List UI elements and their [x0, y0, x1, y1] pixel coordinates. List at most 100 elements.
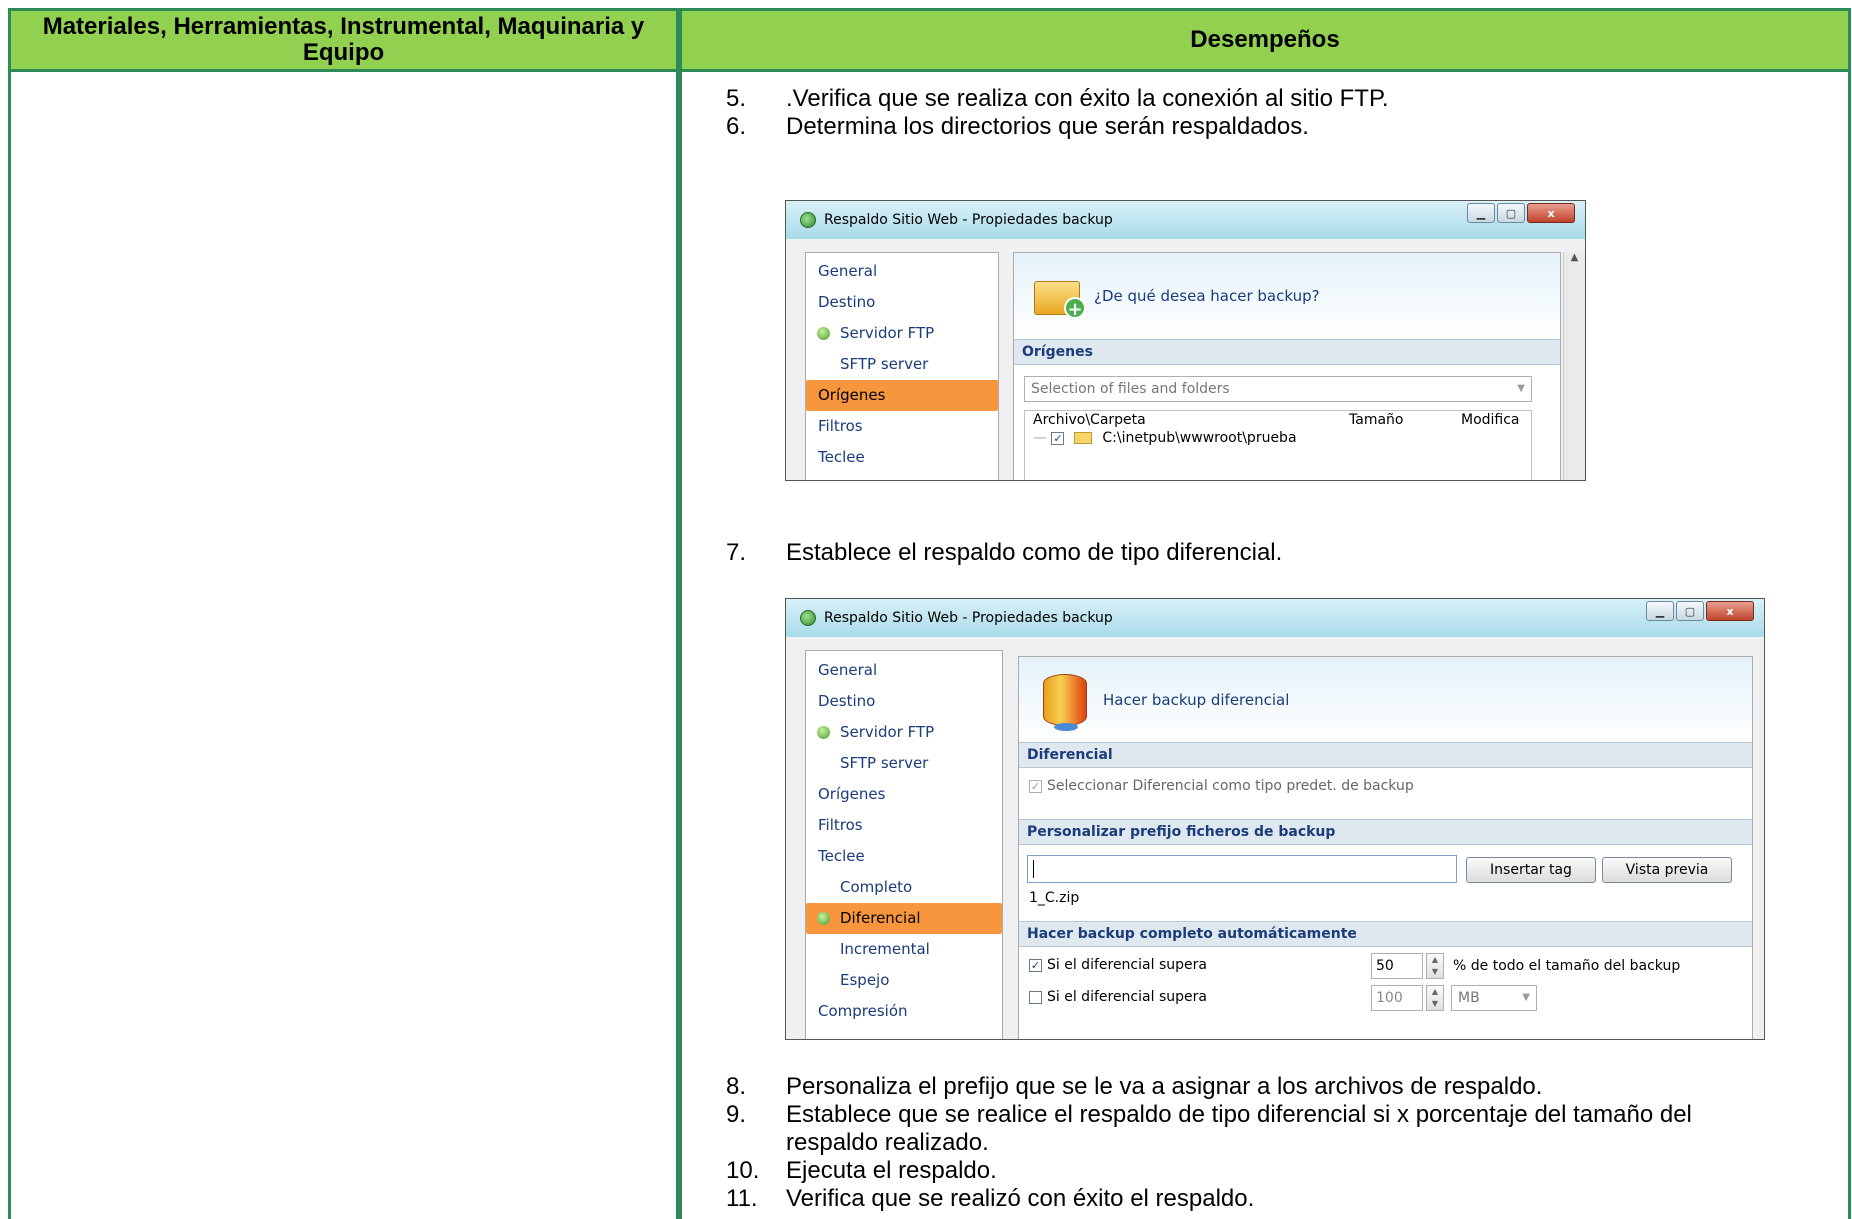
status-dot-icon — [817, 327, 830, 340]
checkbox-label: Si el diferencial supera — [1047, 989, 1207, 1005]
header-performance: Desempeños — [682, 11, 1848, 72]
step-number: 6. — [726, 113, 747, 140]
panel-heading-text: Hacer backup diferencial — [1103, 690, 1290, 709]
steps-list-top: 5. .Verifica que se realiza con éxito la … — [726, 85, 1389, 141]
checkbox[interactable] — [1029, 990, 1042, 1004]
nav-label: Servidor FTP — [840, 324, 935, 342]
nav-item-filtros[interactable]: Filtros — [806, 411, 998, 442]
nav-item-sftp-server[interactable]: SFTP server — [806, 349, 998, 380]
step-text: Personaliza el prefijo que se le va a as… — [786, 1073, 1543, 1100]
nav-item-filtros[interactable]: Filtros — [806, 810, 1002, 841]
nav-item-teclee[interactable]: Teclee — [806, 442, 998, 473]
steps-list-middle: 7. Establece el respaldo como de tipo dif… — [726, 539, 1282, 567]
step-item: 8. Personaliza el prefijo que se le va a … — [726, 1073, 1746, 1101]
app-icon — [800, 212, 816, 228]
step-text: Determina los directorios que serán resp… — [786, 113, 1309, 140]
nav-item-destino[interactable]: Destino — [806, 686, 1002, 717]
step-item: 6. Determina los directorios que serán re… — [726, 113, 1389, 141]
app-icon — [800, 610, 816, 626]
panel-heading: Hacer backup diferencial — [1019, 657, 1752, 742]
window-title: Respaldo Sitio Web - Propiedades backup — [824, 212, 1113, 228]
spin-up-down-icon[interactable]: ▲ ▼ — [1426, 985, 1444, 1011]
nav-item-sftp-server[interactable]: SFTP server — [806, 748, 1002, 779]
close-icon[interactable]: x — [1706, 601, 1754, 621]
close-icon[interactable]: x — [1527, 203, 1575, 223]
column-header-archivo[interactable]: Archivo\Carpeta — [1033, 412, 1146, 428]
section-origenes: Orígenes — [1014, 339, 1560, 365]
checkbox[interactable]: ✓ — [1051, 431, 1065, 445]
step-item: 11. Verifica que se realizó con éxito el … — [726, 1185, 1746, 1213]
threshold-percent-option[interactable]: ✓ Si el diferencial supera — [1029, 957, 1207, 973]
nav-item-general[interactable]: General — [806, 655, 1002, 686]
window-titlebar: Respaldo Sitio Web - Propiedades backup — [786, 201, 1585, 239]
nav-item-general[interactable]: General — [806, 256, 998, 287]
nav-item-origenes[interactable]: Orígenes — [806, 380, 998, 411]
percent-suffix: % de todo el tamaño del backup — [1453, 958, 1681, 974]
step-number: 9. — [726, 1101, 747, 1128]
select-value: MB — [1458, 990, 1480, 1006]
properties-nav: General Destino Servidor FTP SFTP server… — [805, 650, 1003, 1039]
maximize-icon[interactable]: ▢ — [1497, 203, 1525, 223]
size-value-field[interactable]: 100 — [1371, 985, 1423, 1011]
insert-tag-button[interactable]: Insertar tag — [1466, 857, 1596, 883]
default-differential-option[interactable]: ✓ Seleccionar Diferencial como tipo prede… — [1029, 778, 1414, 794]
properties-nav: General Destino Servidor FTP SFTP server… — [805, 252, 999, 480]
checkbox[interactable]: ✓ — [1029, 958, 1042, 972]
nav-item-origenes[interactable]: Orígenes — [806, 779, 1002, 810]
panel-heading: + ¿De qué desea hacer backup? — [1014, 253, 1560, 339]
step-text: Verifica que se realizó con éxito el res… — [786, 1185, 1255, 1212]
minimize-icon[interactable]: ▁ — [1646, 601, 1674, 621]
source-type-select[interactable]: Selection of files and folders ▼ — [1024, 376, 1532, 402]
status-dot-icon — [817, 912, 830, 925]
differential-panel: Hacer backup diferencial Diferencial ✓ Se… — [1018, 656, 1753, 1039]
section-prefijo: Personalizar prefijo ficheros de backup — [1019, 819, 1752, 845]
step-text: Establece el respaldo como de tipo difer… — [786, 539, 1283, 566]
panel-heading-text: ¿De qué desea hacer backup? — [1094, 287, 1320, 305]
tree-line: — — [1033, 430, 1047, 446]
step-text: Establece que se realice el respaldo de … — [786, 1101, 1692, 1156]
select-value: Selection of files and folders — [1031, 381, 1230, 397]
file-tree: Archivo\Carpeta Tamaño Modifica — ✓ C:\i… — [1024, 410, 1532, 480]
origins-panel: + ¿De qué desea hacer backup? Orígenes S… — [1013, 252, 1561, 480]
step-number: 8. — [726, 1073, 747, 1100]
nav-label: Diferencial — [840, 909, 921, 927]
prefix-input[interactable] — [1027, 855, 1457, 883]
size-unit-select[interactable]: MB ▼ — [1451, 985, 1537, 1011]
step-item: 10. Ejecuta el respaldo. — [726, 1157, 1746, 1185]
tree-row[interactable]: — ✓ C:\inetpub\wwwroot\prueba — [1033, 430, 1297, 446]
scrollbar[interactable]: ▲ — [1563, 252, 1585, 480]
step-number: 11. — [726, 1185, 758, 1212]
spin-up-down-icon[interactable]: ▲ ▼ — [1426, 953, 1444, 979]
nav-item-espejo[interactable]: Espejo — [806, 965, 1002, 996]
threshold-size-option[interactable]: Si el diferencial supera — [1029, 989, 1207, 1005]
nav-item-completo[interactable]: Completo — [806, 872, 1002, 903]
nav-item-teclee[interactable]: Teclee — [806, 841, 1002, 872]
nav-item-diferencial[interactable]: Diferencial — [806, 903, 1002, 934]
folder-add-icon: + — [1034, 275, 1086, 320]
window-title: Respaldo Sitio Web - Propiedades backup — [824, 610, 1113, 626]
step-text: .Verifica que se realiza con éxito la co… — [786, 85, 1389, 112]
scroll-up-icon[interactable]: ▲ — [1564, 252, 1585, 263]
window-titlebar: Respaldo Sitio Web - Propiedades backup — [786, 599, 1764, 637]
backup-properties-window-2: Respaldo Sitio Web - Propiedades backup … — [785, 598, 1765, 1040]
nav-item-servidor-ftp[interactable]: Servidor FTP — [806, 717, 1002, 748]
window-controls: ▁ ▢ x — [1646, 601, 1754, 621]
percent-value-field[interactable]: 50 — [1371, 953, 1423, 979]
folder-icon — [1073, 432, 1092, 444]
column-header-modifica[interactable]: Modifica — [1461, 412, 1520, 428]
step-number: 10. — [726, 1157, 760, 1184]
checkbox[interactable]: ✓ — [1029, 779, 1042, 793]
preview-button[interactable]: Vista previa — [1602, 857, 1732, 883]
maximize-icon[interactable]: ▢ — [1676, 601, 1704, 621]
checkbox-label: Seleccionar Diferencial como tipo predet… — [1047, 778, 1414, 794]
column-header-tamano[interactable]: Tamaño — [1349, 412, 1403, 428]
nav-item-servidor-ftp[interactable]: Servidor FTP — [806, 318, 998, 349]
checkbox-label: Si el diferencial supera — [1047, 957, 1207, 973]
nav-item-compresion[interactable]: Compresión — [806, 996, 1002, 1027]
nav-item-destino[interactable]: Destino — [806, 287, 998, 318]
column-divider — [676, 11, 682, 1219]
nav-label: Servidor FTP — [840, 723, 935, 741]
folder-path: C:\inetpub\wwwroot\prueba — [1102, 430, 1297, 446]
minimize-icon[interactable]: ▁ — [1467, 203, 1495, 223]
nav-item-incremental[interactable]: Incremental — [806, 934, 1002, 965]
